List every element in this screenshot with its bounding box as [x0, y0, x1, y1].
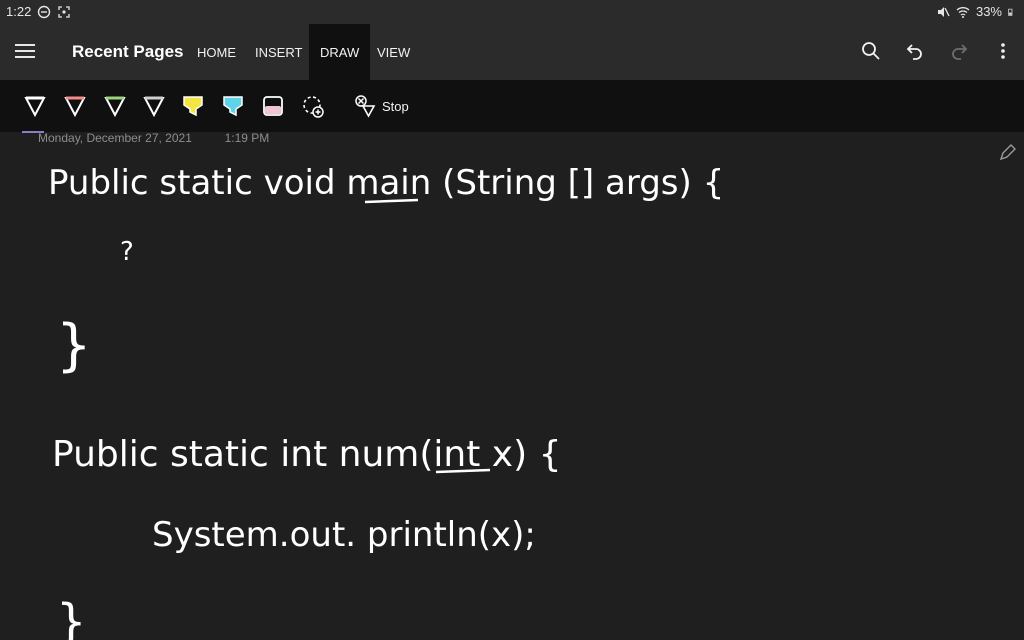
pen-green-icon[interactable]	[103, 93, 127, 119]
redo-icon[interactable]	[946, 38, 972, 64]
draw-ribbon: Stop	[0, 80, 1024, 132]
ink-line-placeholder: ?	[120, 237, 134, 267]
ink-line-close-brace-1: }	[56, 313, 92, 378]
tab-insert[interactable]: INSERT	[255, 24, 302, 80]
undo-icon[interactable]	[902, 38, 928, 64]
highlighter-cyan-icon[interactable]	[221, 93, 245, 119]
stop-label: Stop	[382, 98, 409, 114]
battery-icon	[1008, 8, 1013, 16]
pen-pink-icon[interactable]	[63, 93, 87, 119]
battery-percentage: 33%	[975, 4, 1002, 19]
pen-gray-icon[interactable]	[142, 93, 166, 119]
stop-button[interactable]: Stop	[354, 94, 409, 118]
app-bar: Recent Pages HOME INSERT DRAW VIEW	[0, 24, 1024, 80]
tab-view[interactable]: VIEW	[377, 24, 410, 80]
ink-line-println: System.out. println(x);	[152, 515, 536, 555]
screenshot-icon	[58, 5, 70, 18]
do-not-disturb-icon	[38, 5, 51, 18]
ink-line-num: Public static int num(int x) {	[52, 434, 561, 475]
search-icon[interactable]	[858, 38, 884, 64]
status-bar: 1:22 33%	[0, 0, 1024, 24]
status-time: 1:22	[6, 4, 32, 19]
wifi-icon	[956, 6, 970, 18]
pen-white-icon[interactable]	[23, 93, 47, 119]
stop-ink-icon	[355, 95, 376, 118]
lasso-add-icon[interactable]	[301, 93, 325, 119]
ink-line-close-brace-2: }	[56, 594, 87, 640]
mute-icon	[937, 6, 950, 17]
more-options-icon[interactable]	[990, 38, 1016, 64]
recent-pages-title[interactable]: Recent Pages	[72, 42, 184, 62]
ink-line-main: Public static void main (String [] args)…	[48, 163, 724, 203]
note-canvas[interactable]: Monday, December 27, 2021 1:19 PM Public…	[0, 131, 1024, 640]
menu-icon[interactable]	[15, 42, 35, 60]
tab-draw[interactable]: DRAW	[309, 24, 371, 80]
highlighter-pink-icon[interactable]	[261, 93, 285, 119]
handwritten-ink: Public static void main (String [] args)…	[48, 163, 724, 640]
highlighter-yellow-icon[interactable]	[181, 93, 205, 119]
tab-home[interactable]: HOME	[197, 24, 236, 80]
